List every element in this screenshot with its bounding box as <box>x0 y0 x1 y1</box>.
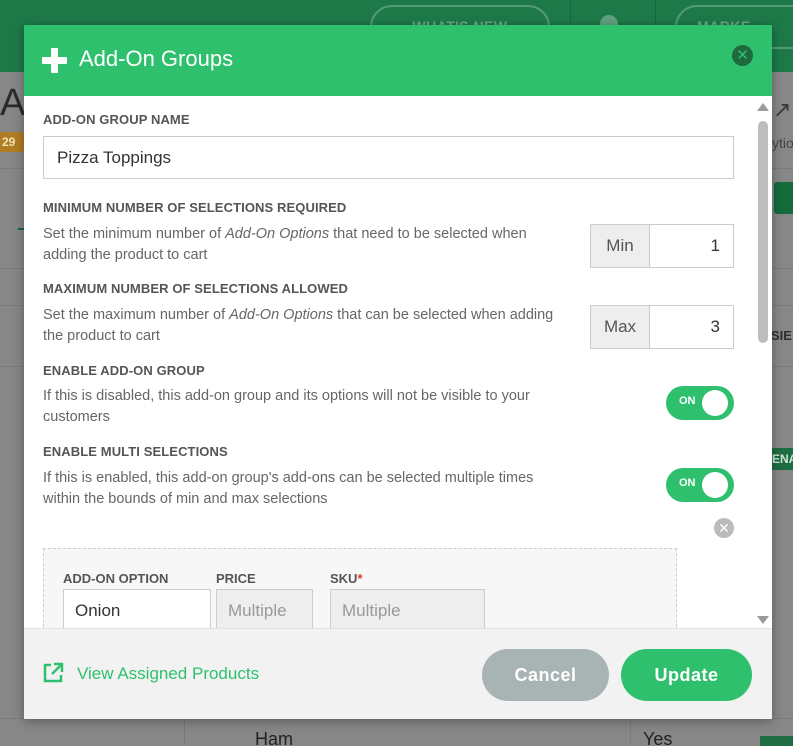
background-column-divider <box>184 718 185 746</box>
max-selections-input[interactable]: 3 <box>651 306 733 348</box>
min-addon-label: Min <box>591 225 650 267</box>
toggle-knob <box>702 390 728 416</box>
scroll-up-arrow-icon[interactable] <box>757 103 769 111</box>
background-row-value: Yes <box>643 729 673 746</box>
scroll-down-arrow-icon[interactable] <box>757 616 769 624</box>
group-name-input[interactable]: Pizza Toppings <box>43 136 734 179</box>
max-selections-field[interactable]: Max 3 <box>590 305 734 349</box>
scroll-thumb[interactable] <box>758 121 768 343</box>
remove-option-icon[interactable]: ✕ <box>714 518 734 538</box>
background-column-divider <box>630 718 631 746</box>
min-selections-input[interactable]: 1 <box>651 225 733 267</box>
plus-icon <box>42 48 67 73</box>
modal-footer: View Assigned Products Cancel Update <box>24 628 772 719</box>
group-name-label: ADD-ON GROUP NAME <box>43 112 190 127</box>
background-status-badge <box>760 736 793 746</box>
modal-header: Add-On Groups ✕ <box>24 25 772 96</box>
multi-selections-label: ENABLE MULTI SELECTIONS <box>43 444 228 459</box>
toggle-on-label: ON <box>679 395 696 407</box>
option-name-input[interactable]: Onion <box>63 589 211 628</box>
enable-group-description: If this is disabled, this add-on group a… <box>43 388 530 425</box>
enable-group-label: ENABLE ADD-ON GROUP <box>43 363 205 378</box>
option-name-header: ADD-ON OPTION <box>63 571 169 586</box>
min-selections-field[interactable]: Min 1 <box>590 224 734 268</box>
add-on-option-card: ADD-ON OPTION PRICE SKU* Onion Multiple … <box>43 548 677 628</box>
toggle-on-label: ON <box>679 477 696 489</box>
background-action-button <box>774 182 793 214</box>
required-mark: * <box>357 571 363 586</box>
background-column-header: SIE <box>771 328 792 343</box>
close-icon[interactable]: ✕ <box>732 45 753 66</box>
sku-input[interactable]: Multiple <box>330 589 485 628</box>
multi-selections-description: If this is enabled, this add-on group's … <box>43 470 534 507</box>
add-on-groups-modal: Add-On Groups ✕ ADD-ON GROUP NAME Pizza … <box>24 25 772 719</box>
background-row-item: Ham <box>255 729 294 746</box>
modal-body: ADD-ON GROUP NAME Pizza Toppings MINIMUM… <box>24 96 772 628</box>
background-count-badge: 29 <box>0 132 24 152</box>
multi-selections-toggle[interactable]: ON <box>666 468 734 502</box>
min-selections-label: MINIMUM NUMBER OF SELECTIONS REQUIRED <box>43 200 347 215</box>
max-selections-description: Set the maximum number of Add-On Options… <box>43 307 554 344</box>
background-options-text: ytio <box>772 135 793 151</box>
enable-group-toggle[interactable]: ON <box>666 386 734 420</box>
max-addon-label: Max <box>591 306 650 348</box>
view-assigned-products-link[interactable]: View Assigned Products <box>77 664 259 684</box>
toggle-knob <box>702 472 728 498</box>
price-header: PRICE <box>216 571 256 586</box>
background-edit-icon: ↗ <box>773 97 792 122</box>
min-selections-description: Set the minimum number of Add-On Options… <box>43 226 527 263</box>
max-selections-label: MAXIMUM NUMBER OF SELECTIONS ALLOWED <box>43 281 348 296</box>
cancel-button[interactable]: Cancel <box>482 649 609 701</box>
sku-header: SKU* <box>330 571 363 586</box>
update-button[interactable]: Update <box>621 649 752 701</box>
external-link-icon[interactable] <box>42 662 64 684</box>
price-input[interactable]: Multiple <box>216 589 313 628</box>
modal-title: Add-On Groups <box>79 46 234 71</box>
